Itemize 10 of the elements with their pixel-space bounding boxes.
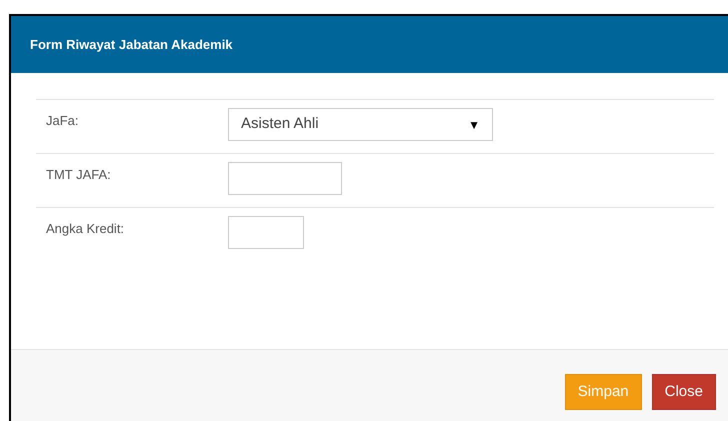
select-value: Asisten Ahli [241,114,319,134]
field-label: Angka Kredit: [45,220,126,238]
input-field[interactable] [228,216,304,249]
close-button[interactable]: Close [652,374,716,410]
input-field[interactable] [228,162,342,195]
select-field[interactable]: Asisten Ahli ▼ [228,108,493,141]
field-label: TMT JAFA: [45,166,112,184]
dialog-title: Form Riwayat Jabatan Akademik [30,36,233,54]
caret-icon: ▼ [468,116,480,134]
field-label: JaFa: [45,112,80,130]
